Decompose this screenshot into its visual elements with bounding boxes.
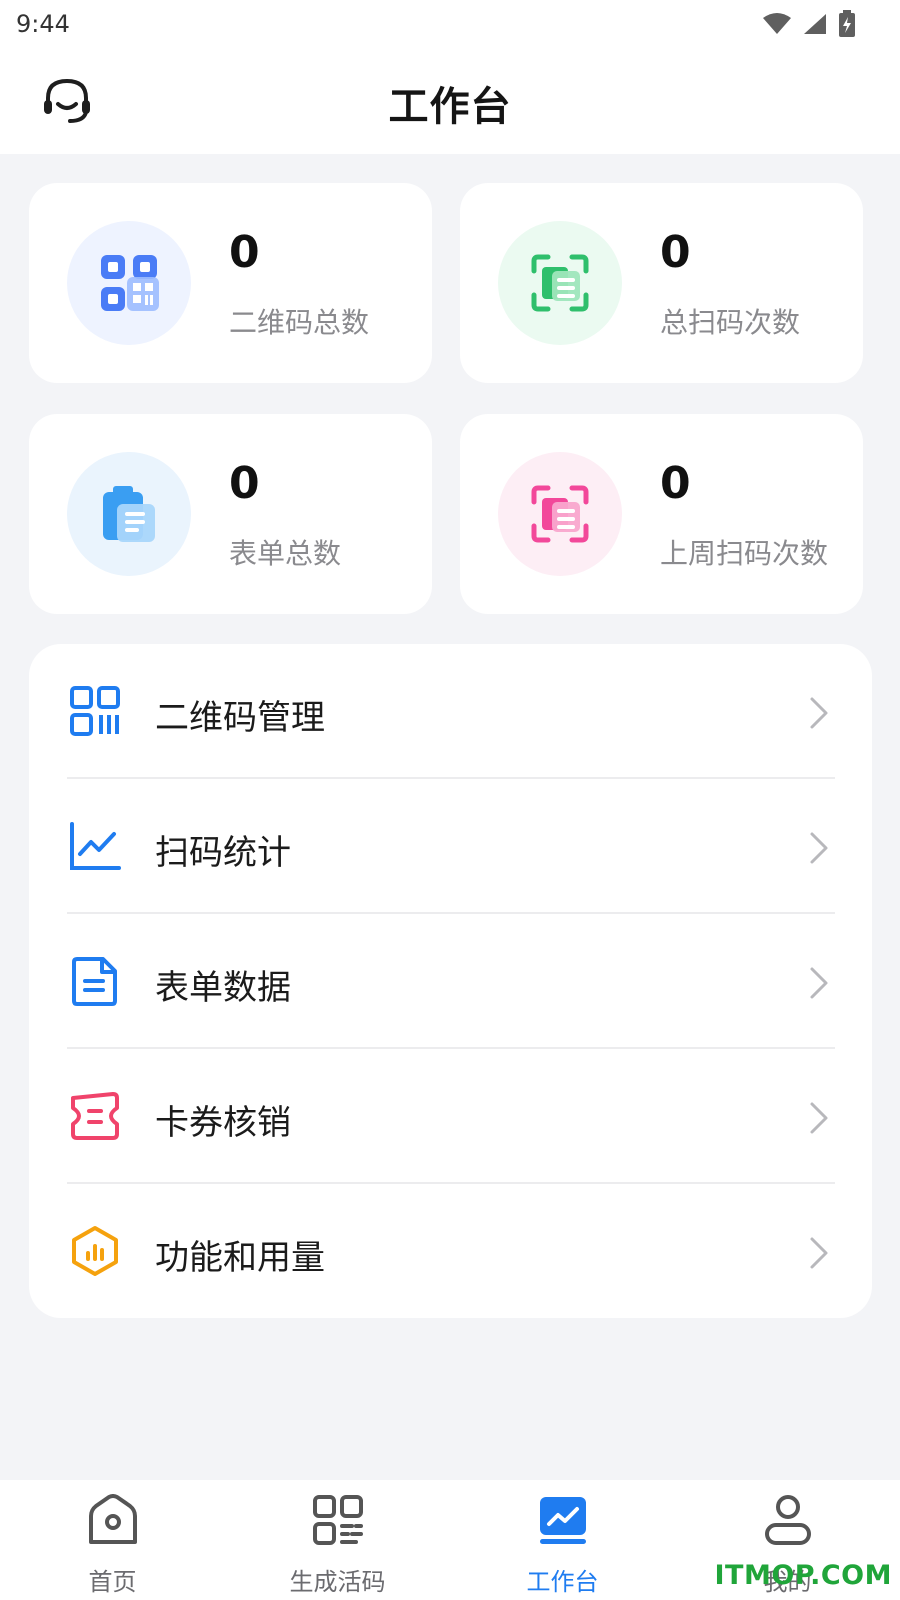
chevron-right-icon (810, 697, 828, 729)
tab-home[interactable]: 首页 (0, 1480, 225, 1600)
tab-label: 首页 (88, 1568, 137, 1596)
battery-charging-icon (839, 10, 855, 37)
watermark: ITMOP.COM (714, 1560, 892, 1591)
menu-item-label: 扫码统计 (155, 833, 291, 873)
document-icon (72, 957, 117, 1006)
menu-item-label: 卡券核销 (155, 1103, 291, 1143)
tab-label: 生成活码 (289, 1568, 386, 1596)
chevron-right-icon (810, 967, 828, 999)
menu-item-scan-statistics[interactable]: 扫码统计 (29, 779, 872, 913)
signal-icon (804, 14, 826, 34)
stat-icon-bg (67, 221, 191, 345)
ticket-icon (71, 1092, 119, 1140)
stat-card-lastweek-scan[interactable]: 0 上周扫码次数 (460, 414, 863, 614)
menu-item-label: 功能和用量 (155, 1238, 325, 1278)
status-bar: 9:44 (0, 0, 900, 50)
chevron-right-icon (810, 832, 828, 864)
stat-icon-bg (498, 452, 622, 576)
menu-item-qrcode-management[interactable]: 二维码管理 (29, 644, 872, 778)
home-icon (89, 1494, 137, 1544)
status-time: 9:44 (16, 10, 70, 38)
stat-card-scan-total[interactable]: 0 总扫码次数 (460, 183, 863, 383)
chevron-right-icon (810, 1237, 828, 1269)
menu-item-label: 表单数据 (155, 968, 291, 1008)
menu-item-features-usage[interactable]: 功能和用量 (29, 1184, 872, 1318)
stat-value: 0 (229, 458, 260, 509)
scan-frame-icon (531, 254, 589, 312)
menu-item-coupon-verify[interactable]: 卡券核销 (29, 1049, 872, 1183)
clipboard-form-icon (103, 486, 155, 542)
stat-icon-bg (498, 221, 622, 345)
stat-label: 总扫码次数 (660, 306, 801, 339)
dashboard-chart-icon (540, 1497, 586, 1544)
stat-value: 0 (229, 227, 260, 278)
chevron-right-icon (810, 1102, 828, 1134)
menu-card: 二维码管理 扫码统计 表单数据 卡券核销 功能和用量 (29, 644, 872, 1318)
tab-generate-code[interactable]: 生成活码 (225, 1480, 450, 1600)
qrcode-grid-icon (101, 255, 159, 311)
line-chart-icon (70, 822, 121, 870)
page-title: 工作台 (388, 84, 512, 130)
menu-item-label: 二维码管理 (155, 698, 325, 738)
wifi-icon (763, 13, 791, 34)
stat-label: 二维码总数 (229, 306, 370, 339)
stat-label: 表单总数 (229, 537, 342, 570)
user-icon (765, 1495, 811, 1545)
scan-frame-icon (531, 485, 589, 543)
qrcode-icon (70, 686, 120, 736)
tab-workbench[interactable]: 工作台 (450, 1480, 675, 1600)
tab-label: 工作台 (526, 1568, 599, 1596)
qrcode-generate-icon (313, 1495, 363, 1545)
stat-value: 0 (660, 227, 691, 278)
title-bar: 工作台 (0, 50, 900, 154)
status-icons (762, 10, 856, 38)
stat-card-qrcode-total[interactable]: 0 二维码总数 (29, 183, 432, 383)
menu-item-form-data[interactable]: 表单数据 (29, 914, 872, 1048)
stat-value: 0 (660, 458, 691, 509)
stat-card-form-total[interactable]: 0 表单总数 (29, 414, 432, 614)
stat-label: 上周扫码次数 (660, 537, 829, 570)
stat-icon-bg (67, 452, 191, 576)
hexagon-bars-icon (72, 1226, 118, 1276)
